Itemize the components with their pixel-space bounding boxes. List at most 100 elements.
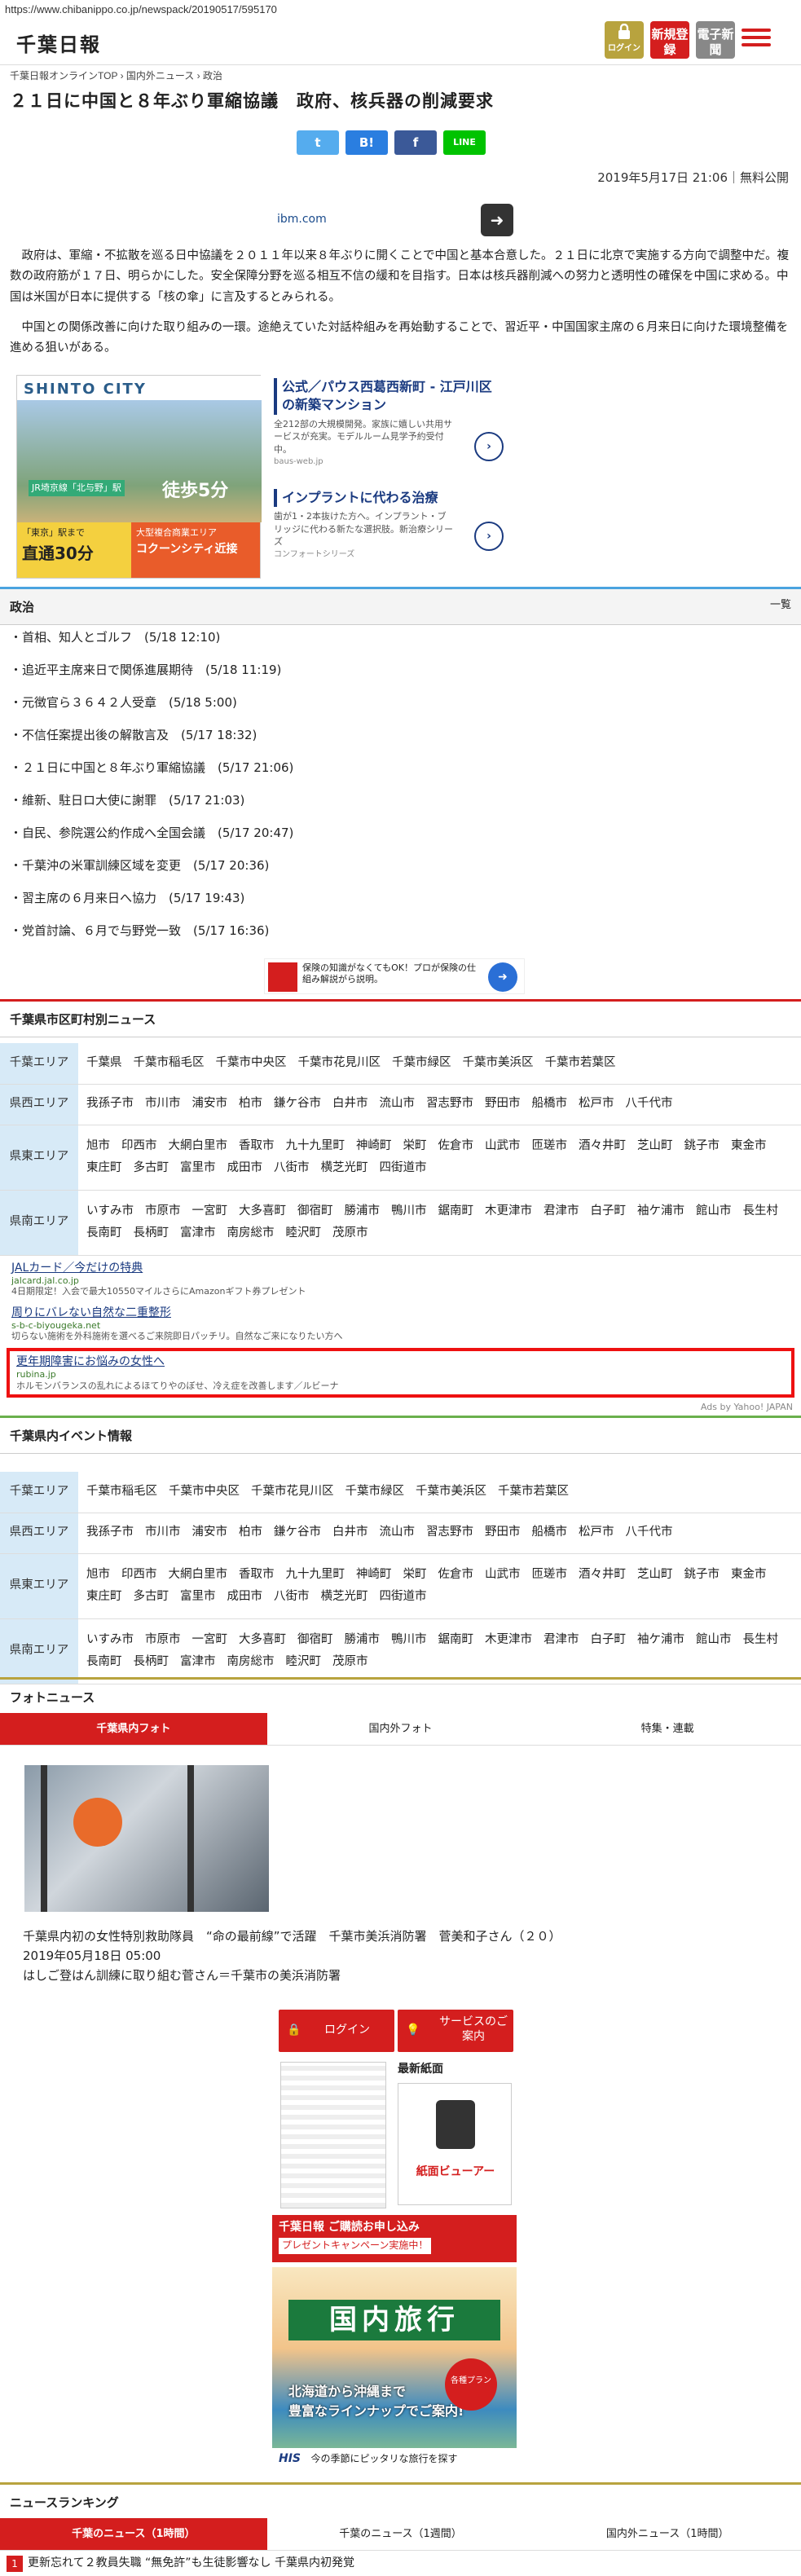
- tab[interactable]: 千葉のニュース（1時間）: [0, 2518, 267, 2551]
- town-link[interactable]: 銚子市: [684, 1565, 720, 1584]
- town-link[interactable]: 袖ケ浦市: [637, 1202, 684, 1221]
- text-ad-title[interactable]: JALカード／今だけの特典: [11, 1261, 790, 1275]
- tab[interactable]: 国内外ニュース（1時間）: [534, 2518, 801, 2551]
- politics-all-link[interactable]: 一覧: [770, 597, 791, 614]
- town-link[interactable]: 長南町: [86, 1224, 122, 1243]
- town-link[interactable]: 旭市: [86, 1565, 110, 1584]
- town-link[interactable]: 市原市: [145, 1202, 181, 1221]
- town-link[interactable]: 匝瑳市: [532, 1137, 568, 1156]
- town-link[interactable]: 東庄町: [86, 1587, 122, 1606]
- photo-image[interactable]: [24, 1765, 269, 1912]
- town-link[interactable]: 一宮町: [192, 1631, 228, 1649]
- town-link[interactable]: 白井市: [332, 1523, 368, 1542]
- subscription-banner[interactable]: 千葉日報 ご購読お申し込み プレゼントキャンペーン実施中！: [272, 2215, 517, 2262]
- town-link[interactable]: 栄町: [403, 1565, 427, 1584]
- town-link[interactable]: 千葉市若葉区: [498, 1482, 569, 1501]
- politics-news-item[interactable]: ・追近平主席来日で関係進展期待 (5/18 11:19): [10, 660, 281, 680]
- site-logo[interactable]: 千葉日報: [16, 29, 101, 60]
- chevron-right-icon[interactable]: ›: [474, 522, 504, 551]
- chevron-right-icon[interactable]: ›: [474, 432, 504, 461]
- town-link[interactable]: 睦沢町: [286, 1224, 322, 1243]
- town-link[interactable]: 成田市: [227, 1587, 263, 1606]
- town-link[interactable]: 富津市: [180, 1653, 216, 1671]
- ad-item-2[interactable]: インプラントに代わる治療 歯が1・2本抜けた方へ。インプラント・ブリッジに代わる…: [274, 489, 518, 561]
- town-link[interactable]: 千葉市緑区: [345, 1482, 405, 1501]
- town-link[interactable]: 印西市: [121, 1565, 157, 1584]
- ad-item-1[interactable]: 公式／パウス西葛西新町 - 江戸川区の新築マンション 全212部の大規模開発。家…: [274, 378, 518, 469]
- town-link[interactable]: 勝浦市: [345, 1631, 381, 1649]
- viewer-button[interactable]: 紙面ビューアー: [398, 2083, 512, 2205]
- town-link[interactable]: 一宮町: [192, 1202, 228, 1221]
- town-link[interactable]: 千葉市美浜区: [416, 1482, 486, 1501]
- town-link[interactable]: 千葉市花見川区: [298, 1054, 381, 1072]
- town-link[interactable]: 習志野市: [426, 1094, 473, 1113]
- town-link[interactable]: 白子町: [591, 1631, 627, 1649]
- town-link[interactable]: 館山市: [696, 1202, 732, 1221]
- town-link[interactable]: 松戸市: [579, 1523, 614, 1542]
- town-link[interactable]: 鴨川市: [391, 1631, 427, 1649]
- text-ad[interactable]: 更年期障害にお悩みの女性へ rubina.jp ホルモンバランスの乱れによるほてりや…: [7, 1348, 794, 1398]
- town-link[interactable]: 野田市: [485, 1094, 521, 1113]
- politics-news-item[interactable]: ・２１日に中国と８年ぶり軍縮協議 (5/17 21:06): [10, 758, 293, 777]
- town-link[interactable]: 栄町: [403, 1137, 427, 1156]
- politics-news-item[interactable]: ・不信任案提出後の解散言及 (5/17 18:32): [10, 725, 257, 745]
- register-button[interactable]: 新規登録: [650, 21, 689, 59]
- town-link[interactable]: 鎌ケ谷市: [274, 1094, 321, 1113]
- town-link[interactable]: 市原市: [145, 1631, 181, 1649]
- town-link[interactable]: 我孫子市: [86, 1094, 134, 1113]
- yahoo-ads-label[interactable]: Ads by Yahoo! JAPAN: [701, 1400, 793, 1415]
- e-paper-button[interactable]: 電子新聞: [696, 21, 735, 59]
- town-link[interactable]: 御宿町: [297, 1202, 333, 1221]
- town-link[interactable]: 長南町: [86, 1653, 122, 1671]
- latest-paper-thumb[interactable]: [280, 2062, 386, 2208]
- town-link[interactable]: 八街市: [274, 1587, 310, 1606]
- town-link[interactable]: 柏市: [239, 1094, 262, 1113]
- town-link[interactable]: 千葉市中央区: [216, 1054, 287, 1072]
- town-link[interactable]: 香取市: [239, 1565, 275, 1584]
- town-link[interactable]: 睦沢町: [286, 1653, 322, 1671]
- town-link[interactable]: 鋸南町: [438, 1202, 474, 1221]
- town-link[interactable]: 白子町: [591, 1202, 627, 1221]
- town-link[interactable]: 大網白里市: [169, 1565, 228, 1584]
- town-link[interactable]: 浦安市: [192, 1094, 228, 1113]
- town-link[interactable]: 四街道市: [380, 1587, 427, 1606]
- town-link[interactable]: 神崎町: [356, 1137, 392, 1156]
- town-link[interactable]: 流山市: [380, 1094, 416, 1113]
- town-link[interactable]: 佐倉市: [438, 1137, 474, 1156]
- town-link[interactable]: 千葉市稲毛区: [134, 1054, 205, 1072]
- politics-news-item[interactable]: ・習主席の６月来日へ協力 (5/17 19:43): [10, 888, 244, 908]
- town-link[interactable]: 野田市: [485, 1523, 521, 1542]
- menu-icon[interactable]: [742, 24, 771, 51]
- town-link[interactable]: 千葉県: [86, 1054, 122, 1072]
- town-link[interactable]: 千葉市花見川区: [251, 1482, 334, 1501]
- text-ad-title[interactable]: 周りにバレない自然な二重整形: [11, 1306, 790, 1320]
- town-link[interactable]: 八街市: [274, 1159, 310, 1178]
- town-link[interactable]: 市川市: [145, 1523, 181, 1542]
- town-link[interactable]: 長生村: [743, 1631, 779, 1649]
- town-link[interactable]: 四街道市: [380, 1159, 427, 1178]
- town-link[interactable]: 旭市: [86, 1137, 110, 1156]
- town-link[interactable]: 鎌ケ谷市: [274, 1523, 321, 1542]
- ranking-item[interactable]: 1 更新忘れて２教員失職 “無免許”も生徒影響なし 千葉県内初発覚: [0, 2552, 801, 2575]
- town-link[interactable]: 八千代市: [626, 1523, 673, 1542]
- town-link[interactable]: 千葉市美浜区: [463, 1054, 534, 1072]
- town-link[interactable]: 匝瑳市: [532, 1565, 568, 1584]
- town-link[interactable]: 船橋市: [532, 1523, 568, 1542]
- town-link[interactable]: 鴨川市: [391, 1202, 427, 1221]
- politics-news-item[interactable]: ・元徴官ら３６４２人受章 (5/18 5:00): [10, 693, 237, 712]
- politics-news-item[interactable]: ・維新、駐日ロ大使に謝罪 (5/17 21:03): [10, 790, 244, 810]
- ad-item-1-title[interactable]: 公式／パウス西葛西新町 - 江戸川区の新築マンション: [274, 378, 502, 415]
- town-link[interactable]: 市川市: [145, 1094, 181, 1113]
- town-link[interactable]: 大多喜町: [239, 1631, 286, 1649]
- text-ad[interactable]: 周りにバレない自然な二重整形 s-b-c-biyougeka.net 切らない施術を…: [7, 1304, 794, 1344]
- hatena-share-button[interactable]: B!: [345, 130, 388, 155]
- town-link[interactable]: 長柄町: [134, 1224, 169, 1243]
- town-link[interactable]: 館山市: [696, 1631, 732, 1649]
- town-link[interactable]: いすみ市: [86, 1631, 134, 1649]
- text-ad[interactable]: JALカード／今だけの特典 jalcard.jal.co.jp 4日期限定！入会で最…: [7, 1259, 794, 1299]
- town-link[interactable]: 山武市: [485, 1137, 521, 1156]
- politics-news-item[interactable]: ・自民、参院選公約作成へ全国会議 (5/17 20:47): [10, 823, 293, 843]
- town-link[interactable]: 勝浦市: [345, 1202, 381, 1221]
- town-link[interactable]: 山武市: [485, 1565, 521, 1584]
- town-link[interactable]: 君津市: [544, 1631, 579, 1649]
